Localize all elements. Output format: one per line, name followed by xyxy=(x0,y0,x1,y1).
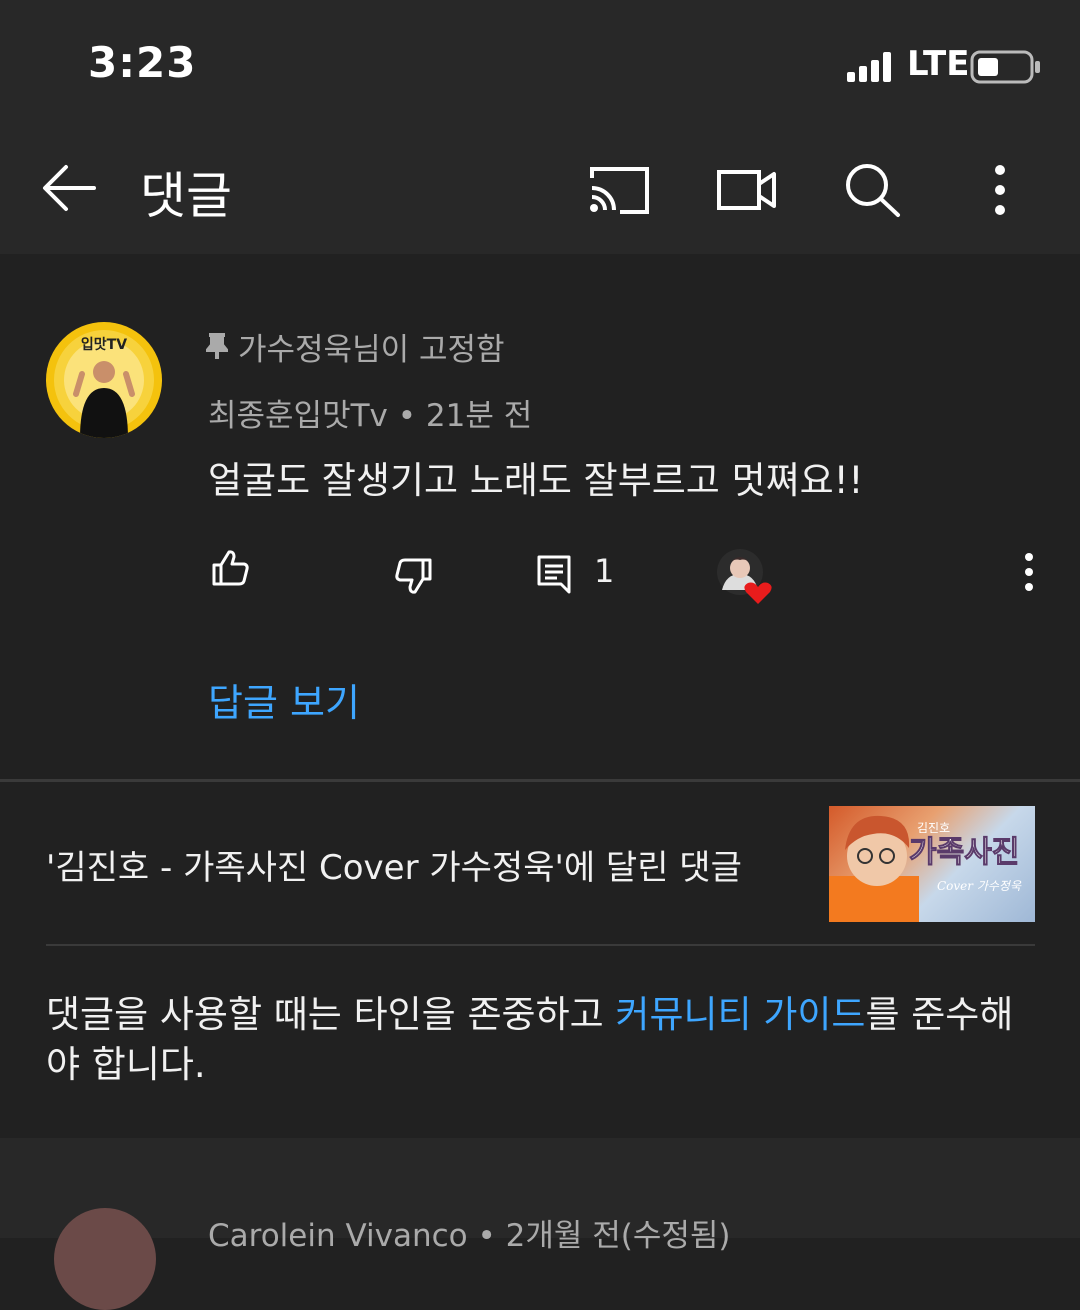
view-replies-link[interactable]: 답글 보기 xyxy=(208,672,360,727)
community-guidelines-link[interactable]: 커뮤니티 가이드 xyxy=(615,993,865,1036)
reply-icon[interactable] xyxy=(536,554,572,594)
page-title: 댓글 xyxy=(140,167,232,225)
comment-time: 2개월 전(수정됨) xyxy=(505,1218,731,1254)
cast-icon[interactable] xyxy=(588,164,652,216)
guideline-text: 댓글을 사용할 때는 타인을 존중하고 xyxy=(46,993,616,1036)
pinned-comment xyxy=(0,254,1080,779)
community-guideline-notice: 댓글을 사용할 때는 타인을 존중하고 커뮤니티 가이드를 준수해야 합니다. xyxy=(46,990,1036,1090)
like-icon[interactable] xyxy=(210,548,250,588)
more-vert-icon[interactable] xyxy=(988,164,1012,216)
pinned-label: 가수정욱님이 고정함 xyxy=(206,324,505,369)
divider xyxy=(46,944,1035,946)
comment-time: 21분 전 xyxy=(425,398,533,434)
avatar[interactable]: 입맛TV xyxy=(46,322,162,438)
back-arrow-icon[interactable] xyxy=(40,163,98,213)
divider xyxy=(0,779,1080,782)
comment-meta: Carolein Vivanco • 2개월 전(수정됨) xyxy=(208,1210,731,1255)
comment-author[interactable]: 최종훈입맛Tv xyxy=(208,398,388,434)
comment-meta: 최종훈입맛Tv • 21분 전 xyxy=(208,390,532,435)
comment-author[interactable]: Carolein Vivanco xyxy=(208,1218,468,1254)
pin-icon xyxy=(206,333,228,359)
video-camera-icon[interactable] xyxy=(716,164,778,214)
dislike-icon[interactable] xyxy=(394,556,434,596)
comment-more-icon[interactable] xyxy=(1020,552,1038,592)
comment-text: 얼굴도 잘생기고 노래도 잘부르고 멋쪄요!! xyxy=(208,459,864,502)
video-thumbnail[interactable]: 김진호 가족사진 Cover 가수정욱 xyxy=(829,806,1035,922)
search-icon[interactable] xyxy=(844,162,902,218)
thumbnail-title: 가족사진 xyxy=(909,835,1019,870)
meta-separator: • xyxy=(477,1218,506,1254)
thumbnail-sub: Cover 가수정욱 xyxy=(937,879,1022,893)
reply-count: 1 xyxy=(594,552,615,590)
avatar[interactable] xyxy=(54,1208,156,1310)
meta-separator: • xyxy=(397,398,426,434)
battery-icon xyxy=(970,50,1040,84)
creator-heart-icon xyxy=(717,549,772,604)
network-label: LTE xyxy=(907,44,970,84)
avatar-label: 입맛TV xyxy=(81,336,127,353)
status-time: 3:23 xyxy=(88,38,197,87)
signal-icon xyxy=(847,52,891,82)
video-reference[interactable]: '김진호 - 가족사진 Cover 가수정욱'에 달린 댓글 xyxy=(46,840,742,889)
thumbnail-small: 김진호 xyxy=(917,821,950,835)
pinned-label-text: 가수정욱님이 고정함 xyxy=(238,332,505,368)
